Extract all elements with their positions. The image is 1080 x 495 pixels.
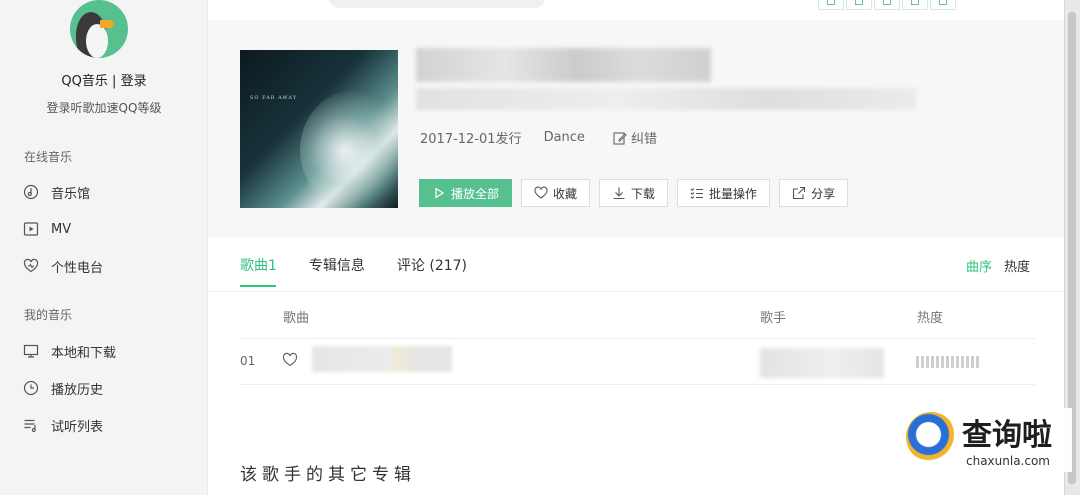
mv-icon [22, 220, 40, 238]
sidebar-item-label: MV [51, 221, 72, 237]
batch-operation-button[interactable]: 批量操作 [677, 179, 771, 207]
heat-bar [916, 356, 981, 368]
tab-album-info[interactable]: 专辑信息 [309, 255, 365, 287]
divider [208, 291, 1064, 292]
sidebar-item-label: 试听列表 [51, 419, 104, 435]
correct-label: 纠错 [630, 132, 657, 147]
top-bar [208, 0, 1064, 20]
sort-by-order[interactable]: 曲序 [966, 256, 992, 275]
play-all-label: 播放全部 [451, 186, 500, 201]
window-toolbar [818, 0, 958, 10]
clock-icon [22, 379, 40, 397]
divider [240, 384, 1035, 385]
download-icon [612, 186, 626, 200]
share-label: 分享 [811, 186, 836, 201]
monitor-icon [22, 342, 40, 360]
album-meta: 2017-12-01发行 Dance 纠错 [420, 128, 657, 147]
message-icon[interactable] [874, 0, 900, 10]
cover-title: SO FAR AWAY [250, 95, 298, 101]
watermark-name: 查询啦 [962, 418, 1052, 453]
sidebar-item-local-download[interactable]: 本地和下载 [22, 339, 116, 363]
settings-icon[interactable] [930, 0, 956, 10]
playlist-icon [22, 416, 40, 434]
share-icon [792, 186, 806, 200]
watermark-site: chaxunla.com [966, 454, 1050, 468]
genre[interactable]: Dance [544, 130, 585, 145]
sidebar-item-label: 音乐馆 [51, 186, 91, 202]
search-input[interactable] [328, 0, 546, 8]
sidebar-item-label: 播放历史 [51, 382, 104, 398]
heart-icon[interactable] [282, 352, 298, 368]
login-line: QQ音乐 | 登录 [0, 70, 208, 89]
album-title-blurred [416, 48, 711, 82]
skin-icon[interactable] [818, 0, 844, 10]
login-divider: | [112, 74, 117, 89]
sort-by-heat[interactable]: 热度 [1004, 256, 1030, 275]
column-header-singer: 歌手 [760, 311, 787, 326]
sidebar: QQ音乐 | 登录 登录听歌加速QQ等级 在线音乐 音乐馆 MV 个性电台 我的… [0, 0, 208, 495]
other-albums-title: 该歌手的其它专辑 [240, 465, 416, 485]
edit-icon [613, 131, 627, 145]
favorite-label: 收藏 [553, 186, 578, 201]
qq-music-label: QQ音乐 [61, 74, 108, 89]
singer-name-blurred[interactable] [760, 348, 884, 378]
sidebar-item-label: 本地和下载 [51, 345, 117, 361]
favorite-button[interactable]: 收藏 [521, 179, 591, 207]
watermark: 查询啦 chaxunla.com [904, 408, 1072, 472]
play-icon [432, 186, 446, 200]
menu-icon[interactable] [902, 0, 928, 10]
album-tabs: 歌曲1 专辑信息 评论 (217) [240, 255, 499, 287]
sidebar-item-music-hall[interactable]: 音乐馆 [22, 180, 90, 204]
watermark-logo-icon [906, 412, 956, 462]
mini-mode-icon[interactable] [846, 0, 872, 10]
sidebar-item-radio[interactable]: 个性电台 [22, 254, 103, 278]
album-cover[interactable]: SO FAR AWAY [240, 50, 398, 208]
release-date: 2017-12-01发行 [420, 132, 522, 147]
login-link[interactable]: 登录 [121, 74, 147, 89]
correct-button[interactable]: 纠错 [613, 128, 657, 147]
online-music-section-title: 在线音乐 [24, 150, 73, 164]
login-prompt[interactable]: 登录听歌加速QQ等级 [0, 99, 208, 116]
download-label: 下载 [631, 186, 656, 201]
track-index: 01 [240, 354, 256, 368]
tab-songs[interactable]: 歌曲1 [240, 255, 277, 287]
radio-heart-icon [22, 257, 40, 275]
batch-list-icon [690, 186, 704, 200]
heart-icon [534, 186, 548, 200]
my-music-section-title: 我的音乐 [24, 308, 73, 322]
avatar[interactable] [70, 0, 128, 58]
play-all-button[interactable]: 播放全部 [419, 179, 513, 207]
column-header-song: 歌曲 [283, 311, 310, 326]
column-header-heat: 热度 [917, 311, 944, 326]
divider [240, 338, 1035, 339]
sort-options: 曲序 热度 [966, 256, 1042, 275]
share-button[interactable]: 分享 [779, 179, 849, 207]
album-artist-blurred [416, 88, 916, 110]
sidebar-item-label: 个性电台 [51, 260, 104, 276]
sidebar-item-mv[interactable]: MV [22, 217, 71, 241]
tab-comments[interactable]: 评论 (217) [397, 255, 467, 287]
song-name-blurred[interactable] [312, 346, 452, 372]
album-header: SO FAR AWAY 2017-12-01发行 Dance 纠错 播放全部 收… [208, 20, 1064, 237]
music-hall-icon [22, 183, 40, 201]
song-table-header: 歌曲 歌手 热度 [240, 307, 1035, 337]
table-row[interactable]: 01 [240, 340, 1035, 384]
download-button[interactable]: 下载 [599, 179, 669, 207]
sidebar-item-trial-list[interactable]: 试听列表 [22, 413, 103, 437]
action-bar: 播放全部 收藏 下载 批量操作 分享 [419, 179, 857, 207]
batch-label: 批量操作 [709, 186, 758, 201]
sidebar-item-history[interactable]: 播放历史 [22, 376, 103, 400]
